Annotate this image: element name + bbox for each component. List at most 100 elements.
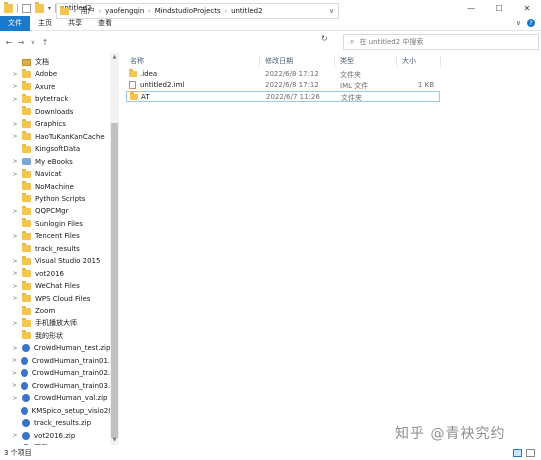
column-divider[interactable] bbox=[334, 56, 335, 67]
chevron-right-icon[interactable]: > bbox=[10, 295, 20, 302]
ribbon-help-area: ∨ ? bbox=[516, 19, 535, 27]
navigation-pane: 文档 > Adobe > Axure > bytetrack Downloads > Graphi… bbox=[0, 53, 120, 445]
back-button[interactable]: ← bbox=[3, 38, 15, 47]
column-header-date[interactable]: 修改日期 bbox=[265, 56, 293, 67]
chevron-right-icon[interactable]: > bbox=[10, 208, 20, 215]
help-icon[interactable]: ? bbox=[527, 19, 535, 27]
sidebar-item[interactable]: > CrowdHuman_test.zip bbox=[0, 342, 110, 354]
table-row[interactable]: untitled2.iml 2022/6/8 17:12 IML 文件 1 KB bbox=[126, 80, 440, 91]
address-overflow[interactable]: « bbox=[73, 8, 77, 15]
column-header-size[interactable]: 大小 bbox=[402, 56, 416, 67]
folder-icon bbox=[22, 181, 31, 190]
sidebar-item[interactable]: > CrowdHuman_train02.zip bbox=[0, 367, 110, 379]
search-box[interactable]: ⌕ 在 untitled2 中搜索 bbox=[343, 34, 539, 50]
recent-locations-button[interactable]: ∨ bbox=[27, 39, 39, 46]
sidebar-item[interactable]: > vot2016.zip bbox=[0, 430, 110, 442]
sidebar-item[interactable]: Python Scripts bbox=[0, 193, 110, 205]
sidebar-item[interactable]: KingsoftData bbox=[0, 143, 110, 155]
chevron-right-icon[interactable]: > bbox=[10, 270, 20, 277]
new-folder-icon[interactable] bbox=[35, 1, 44, 13]
chevron-right-icon[interactable]: > bbox=[10, 83, 20, 90]
column-divider[interactable] bbox=[440, 56, 441, 67]
sidebar-item[interactable]: > Visual Studio 2015 bbox=[0, 255, 110, 267]
sidebar-item[interactable]: > 手机播放大师 bbox=[0, 317, 110, 329]
sidebar-item[interactable]: > CrowdHuman_train03.zip bbox=[0, 380, 110, 392]
close-button[interactable]: ✕ bbox=[513, 0, 541, 16]
scroll-up-icon[interactable]: ▲ bbox=[110, 53, 119, 62]
chevron-right-icon[interactable]: > bbox=[10, 233, 20, 240]
scroll-down-icon[interactable]: ▼ bbox=[110, 436, 119, 445]
folder-icon bbox=[22, 317, 31, 327]
forward-button[interactable]: → bbox=[15, 38, 27, 47]
sidebar-item[interactable]: > WeChat Files bbox=[0, 280, 110, 292]
chevron-right-icon[interactable]: > bbox=[10, 133, 20, 140]
breadcrumb-users[interactable]: 用户 bbox=[81, 6, 95, 16]
breadcrumb-current[interactable]: untitled2 bbox=[231, 7, 262, 15]
sidebar-item[interactable]: > HaoTuKanKanCache bbox=[0, 131, 110, 143]
large-icons-view-icon[interactable] bbox=[526, 448, 535, 457]
chevron-right-icon[interactable]: > bbox=[10, 320, 20, 327]
breadcrumb-projects[interactable]: MindstudioProjects bbox=[155, 7, 221, 15]
refresh-button[interactable]: ↻ bbox=[321, 34, 328, 43]
chevron-right-icon[interactable]: > bbox=[10, 121, 20, 128]
sidebar-item[interactable]: > Adobe bbox=[0, 68, 110, 80]
maximize-button[interactable]: ☐ bbox=[485, 0, 513, 16]
sidebar-item[interactable]: > WPS Cloud Files bbox=[0, 293, 110, 305]
sidebar-scrollbar[interactable]: ▲ ▼ bbox=[110, 53, 119, 445]
sidebar-item[interactable]: > bytetrack bbox=[0, 93, 110, 105]
minimize-button[interactable]: — bbox=[457, 0, 485, 16]
sidebar-item-label: Tencent Files bbox=[35, 232, 80, 241]
folder-icon bbox=[22, 168, 31, 178]
properties-icon[interactable] bbox=[22, 3, 31, 13]
chevron-right-icon[interactable]: > bbox=[10, 345, 20, 352]
table-row[interactable]: AT 2022/6/7 11:26 文件夹 bbox=[126, 91, 440, 102]
address-dropdown-icon[interactable]: ∨ bbox=[324, 4, 338, 18]
sidebar-item[interactable]: > Graphics bbox=[0, 118, 110, 130]
chevron-right-icon[interactable]: > bbox=[10, 96, 20, 103]
chevron-right-icon[interactable]: > bbox=[10, 432, 20, 439]
sidebar-item[interactable]: 我的形状 bbox=[0, 330, 110, 342]
chevron-right-icon[interactable]: > bbox=[10, 171, 20, 178]
sidebar-item[interactable]: > Navicat bbox=[0, 168, 110, 180]
address-bar[interactable]: « 用户 › yaofengqin › MindstudioProjects ›… bbox=[56, 3, 339, 19]
scrollbar-thumb[interactable] bbox=[111, 123, 118, 438]
sidebar-item[interactable]: > vot2016 bbox=[0, 268, 110, 280]
sidebar-item[interactable]: > CrowdHuman_train01.zip bbox=[0, 355, 110, 367]
chevron-right-icon[interactable]: > bbox=[10, 382, 19, 389]
sidebar-item[interactable]: NoMachine bbox=[0, 181, 110, 193]
chevron-right-icon[interactable]: > bbox=[10, 395, 20, 402]
sidebar-item[interactable]: > My eBooks bbox=[0, 156, 110, 168]
sidebar-item[interactable]: Zoom bbox=[0, 305, 110, 317]
column-header-type[interactable]: 类型 bbox=[340, 56, 354, 67]
sidebar-item[interactable]: Downloads bbox=[0, 106, 110, 118]
sidebar-item[interactable]: > Axure bbox=[0, 81, 110, 93]
expand-ribbon-icon[interactable]: ∨ bbox=[516, 19, 521, 27]
details-view-icon[interactable] bbox=[513, 448, 522, 457]
chevron-right-icon[interactable]: > bbox=[10, 71, 20, 78]
sidebar-item[interactable]: track_results bbox=[0, 243, 110, 255]
library-icon bbox=[22, 58, 31, 66]
chevron-down-icon[interactable]: ▾ bbox=[48, 5, 51, 12]
folder-icon bbox=[22, 68, 31, 78]
sidebar-item[interactable]: track_results.zip bbox=[0, 417, 110, 429]
sidebar-item-label: My eBooks bbox=[35, 157, 73, 166]
sidebar-item[interactable]: KMSpico_setup_visio2013 bbox=[0, 405, 110, 417]
chevron-right-icon[interactable]: > bbox=[10, 370, 19, 377]
sidebar-item[interactable]: 文档 bbox=[0, 56, 110, 68]
sidebar-item[interactable]: > Tencent Files bbox=[0, 230, 110, 242]
chevron-right-icon[interactable]: > bbox=[10, 357, 19, 364]
table-row[interactable]: .idea 2022/6/8 17:12 文件夹 bbox=[126, 69, 440, 80]
chevron-right-icon[interactable]: > bbox=[10, 283, 20, 290]
sidebar-item[interactable]: > QQPCMgr bbox=[0, 205, 110, 217]
zip-icon bbox=[20, 369, 28, 378]
chevron-right-icon[interactable]: > bbox=[10, 258, 20, 265]
chevron-right-icon[interactable]: > bbox=[10, 158, 20, 165]
up-button[interactable]: ↑ bbox=[39, 38, 51, 47]
sidebar-item[interactable]: > CrowdHuman_val.zip bbox=[0, 392, 110, 404]
tab-file[interactable]: 文件 bbox=[0, 15, 30, 31]
column-divider[interactable] bbox=[259, 56, 260, 67]
sidebar-item[interactable]: Sunlogin Files bbox=[0, 218, 110, 230]
breadcrumb-user[interactable]: yaofengqin bbox=[105, 7, 144, 15]
column-divider[interactable] bbox=[396, 56, 397, 67]
column-header-name[interactable]: 名称 bbox=[130, 56, 144, 67]
